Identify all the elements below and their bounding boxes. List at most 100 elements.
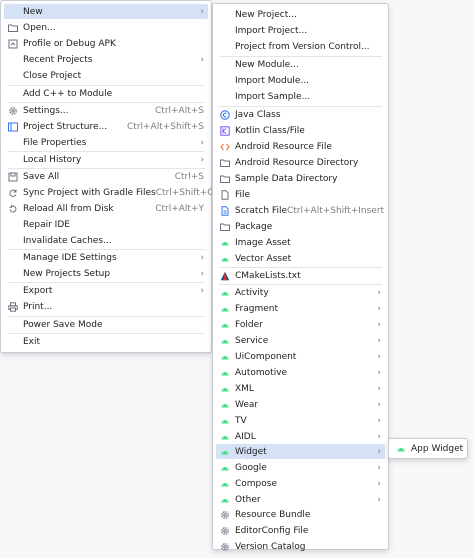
menu-item-package[interactable]: Package: [216, 219, 385, 234]
menu-item-sample-data-dir[interactable]: Sample Data Directory: [216, 171, 385, 186]
save-icon: [8, 172, 18, 182]
menu-item-profile-debug-apk[interactable]: Profile or Debug APK: [4, 36, 208, 51]
menu-item-widget[interactable]: Widget ›: [216, 444, 385, 459]
chevron-right-icon: ›: [200, 268, 204, 279]
menu-item-repair-ide[interactable]: Repair IDE: [4, 217, 208, 232]
menu-item-xml[interactable]: XML ›: [216, 381, 385, 396]
menu-item-google[interactable]: Google ›: [216, 460, 385, 475]
android-icon: [220, 304, 230, 314]
menu-item-label: Import Sample...: [235, 91, 311, 102]
menu-item-label: Android Resource File: [235, 141, 332, 152]
menu-item-other[interactable]: Other ›: [216, 492, 385, 507]
menu-item-image-asset[interactable]: Image Asset: [216, 235, 385, 250]
android-icon: [220, 320, 230, 330]
menu-item-label: Import Module...: [235, 75, 310, 86]
menu-item-new[interactable]: New ›: [4, 4, 208, 19]
folder-icon: [220, 174, 230, 184]
chevron-right-icon: ›: [377, 367, 381, 378]
menu-item-reload-all[interactable]: Reload All from Disk Ctrl+Alt+Y: [4, 201, 208, 216]
menu-item-service[interactable]: Service ›: [216, 333, 385, 348]
menu-item-folder[interactable]: Folder ›: [216, 317, 385, 332]
menu-item-label: Folder: [235, 319, 263, 330]
file-menu: New › Open... Profile or Debug APK Recen…: [0, 0, 214, 353]
android-icon: [220, 336, 230, 346]
java-class-icon: [220, 109, 230, 120]
chevron-right-icon: ›: [200, 6, 204, 17]
menu-item-save-all[interactable]: Save All Ctrl+S: [4, 169, 208, 184]
menu-item-wear[interactable]: Wear ›: [216, 397, 385, 412]
new-submenu: New Project... Import Project... Project…: [212, 3, 389, 552]
menu-item-kotlin-class[interactable]: Kotlin Class/File: [216, 123, 385, 138]
menu-item-project-from-vcs[interactable]: Project from Version Control...: [216, 39, 385, 54]
menu-item-label: Google: [235, 462, 267, 473]
menu-item-label: New Module...: [235, 59, 299, 70]
android-icon: [220, 447, 230, 457]
chevron-right-icon: ›: [200, 252, 204, 263]
menu-item-android-resource-dir[interactable]: Android Resource Directory: [216, 155, 385, 170]
menu-item-import-project[interactable]: Import Project...: [216, 23, 385, 38]
menu-item-label: Settings...: [23, 105, 69, 116]
menu-item-activity[interactable]: Activity ›: [216, 285, 385, 300]
menu-item-automotive[interactable]: Automotive ›: [216, 365, 385, 380]
menu-item-label: Save All: [23, 171, 60, 182]
menu-item-power-save-mode[interactable]: Power Save Mode: [4, 317, 208, 332]
menu-item-file-properties[interactable]: File Properties ›: [4, 135, 208, 150]
menu-item-version-catalog[interactable]: Version Catalog: [216, 539, 385, 554]
menu-item-android-resource-file[interactable]: Android Resource File: [216, 139, 385, 154]
menu-item-sync-gradle[interactable]: Sync Project with Gradle Files Ctrl+Shif…: [4, 185, 214, 200]
menu-item-manage-ide-settings[interactable]: Manage IDE Settings ›: [4, 250, 208, 265]
menu-item-label: Manage IDE Settings: [23, 252, 117, 263]
menu-item-vector-asset[interactable]: Vector Asset: [216, 251, 385, 266]
menu-item-invalidate-caches[interactable]: Invalidate Caches...: [4, 233, 208, 248]
chevron-right-icon: ›: [200, 154, 204, 165]
menu-item-print[interactable]: Print...: [4, 299, 208, 314]
menu-item-import-module[interactable]: Import Module...: [216, 73, 385, 88]
menu-item-new-project[interactable]: New Project...: [216, 7, 385, 22]
menu-item-close-project[interactable]: Close Project: [4, 68, 208, 83]
menu-item-open[interactable]: Open...: [4, 20, 208, 35]
menu-item-label: New Project...: [235, 9, 297, 20]
menu-item-local-history[interactable]: Local History ›: [4, 152, 208, 167]
menu-item-project-structure[interactable]: Project Structure... Ctrl+Alt+Shift+S: [4, 119, 208, 134]
menu-item-settings[interactable]: Settings... Ctrl+Alt+S: [4, 103, 208, 118]
menu-item-scratch-file[interactable]: Scratch File Ctrl+Alt+Shift+Insert: [216, 203, 385, 218]
menu-item-import-sample[interactable]: Import Sample...: [216, 89, 385, 104]
menu-item-new-projects-setup[interactable]: New Projects Setup ›: [4, 266, 208, 281]
chevron-right-icon: ›: [377, 287, 381, 298]
chevron-right-icon: ›: [377, 383, 381, 394]
chevron-right-icon: ›: [377, 478, 381, 489]
android-icon: [220, 384, 230, 394]
menu-item-exit[interactable]: Exit: [4, 334, 208, 349]
kotlin-icon: [220, 125, 230, 136]
menu-item-cmakelists[interactable]: CMakeLists.txt: [216, 268, 385, 283]
menu-item-resource-bundle[interactable]: Resource Bundle: [216, 507, 385, 522]
menu-item-fragment[interactable]: Fragment ›: [216, 301, 385, 316]
menu-item-label: EditorConfig File: [235, 525, 309, 536]
menu-item-tv[interactable]: TV ›: [216, 413, 385, 428]
menu-item-aidl[interactable]: AIDL ›: [216, 429, 385, 444]
menu-item-label: Repair IDE: [23, 219, 70, 230]
menu-item-uicomponent[interactable]: UiComponent ›: [216, 349, 385, 364]
shortcut-hint: Ctrl+Alt+S: [155, 105, 204, 116]
menu-item-recent-projects[interactable]: Recent Projects ›: [4, 52, 208, 67]
menu-item-add-cpp[interactable]: Add C++ to Module: [4, 86, 208, 101]
gear-icon: [220, 526, 230, 536]
menu-item-new-module[interactable]: New Module...: [216, 57, 385, 72]
chevron-right-icon: ›: [377, 446, 381, 457]
android-icon: [220, 254, 230, 264]
menu-item-label: Exit: [23, 336, 41, 347]
shortcut-hint: Ctrl+Alt+Shift+S: [127, 121, 204, 132]
menu-item-file[interactable]: File: [216, 187, 385, 202]
menu-item-label: App Widget: [411, 443, 464, 454]
menu-item-export[interactable]: Export ›: [4, 283, 208, 298]
menu-item-compose[interactable]: Compose ›: [216, 476, 385, 491]
android-icon: [220, 479, 230, 489]
widget-submenu: App Widget: [388, 438, 468, 459]
chevron-right-icon: ›: [200, 54, 204, 65]
menu-item-editorconfig-file[interactable]: EditorConfig File: [216, 523, 385, 538]
android-icon: [220, 463, 230, 473]
menu-item-label: Project from Version Control...: [235, 41, 370, 52]
menu-item-label: Widget: [235, 446, 267, 457]
menu-item-app-widget[interactable]: App Widget: [392, 441, 464, 456]
menu-item-java-class[interactable]: Java Class: [216, 107, 385, 122]
